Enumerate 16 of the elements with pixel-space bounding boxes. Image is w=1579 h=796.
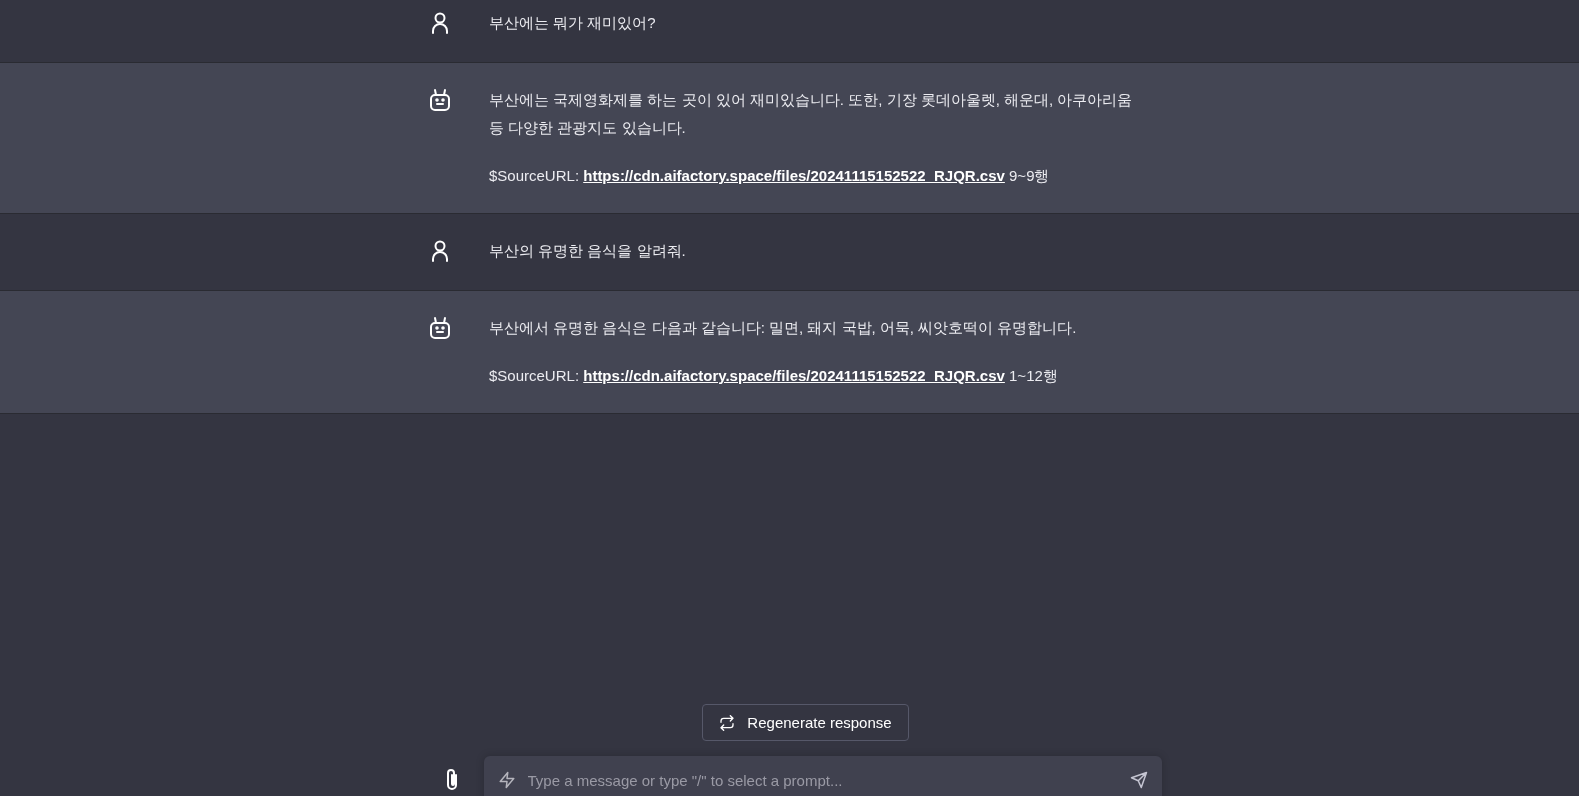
- source-link[interactable]: https://cdn.aifactory.space/files/20241115152522_RJQR.csv: [583, 367, 1005, 384]
- source-line: $SourceURL: https://cdn.aifactory.space/files/20241115152522_RJQR.csv 1~12행: [489, 366, 1059, 386]
- send-icon[interactable]: [1129, 771, 1148, 789]
- message-input[interactable]: Type a message or type "/" to select a prompt...: [525, 770, 1120, 790]
- source-link[interactable]: https://cdn.aifactory.space/files/20241115152522_RJQR.csv: [583, 167, 1005, 184]
- message-text: 부산에서 유명한 음식은 다음과 같습니다: 밀면, 돼지 국밥, 어묵, 씨앗호떡이 유명합니다.: [489, 318, 1078, 338]
- lightning-icon: [497, 771, 516, 789]
- message-text: 부산의 유명한 음식을 알려줘.: [489, 241, 687, 261]
- message-text: 부산에는 국제영화제를 하는 곳이 있어 재미있습니다. 또한, 기장 롯데아울렛, 해운대, 아쿠아리움 등 다양한 관광지도 있습니다.: [489, 90, 1134, 138]
- repeat-icon: [719, 714, 736, 731]
- message-text: 부산에는 뭐가 재미있어?: [489, 13, 657, 33]
- robot-icon: [428, 88, 452, 112]
- message-field[interactable]: Type a message or type "/" to select a prompt...: [483, 756, 1162, 796]
- regenerate-button[interactable]: Regenerate response: [702, 704, 909, 741]
- robot-icon: [428, 316, 452, 340]
- source-line: $SourceURL: https://cdn.aifactory.space/files/20241115152522_RJQR.csv 9~9행: [489, 166, 1051, 186]
